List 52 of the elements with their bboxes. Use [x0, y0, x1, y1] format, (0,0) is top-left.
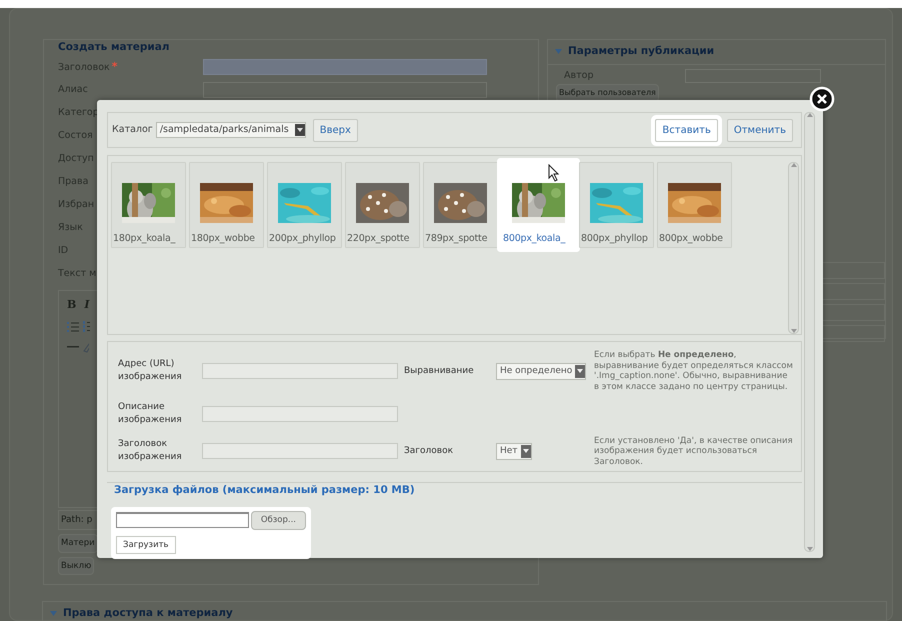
scrollbar[interactable] [788, 162, 800, 334]
scroll-up-icon [790, 163, 797, 167]
panel-title: Права доступа к материалу [63, 606, 233, 621]
input-field[interactable] [203, 82, 487, 98]
scroll-down-icon [806, 547, 812, 551]
bold-button[interactable]: B [67, 296, 76, 314]
dropdown-arrow-icon [522, 449, 529, 454]
field-label: Заголовок изображения [118, 438, 183, 464]
collapse-triangle-icon [554, 47, 563, 56]
input-field[interactable] [202, 363, 398, 380]
scrollbar[interactable] [804, 112, 815, 552]
file-field[interactable] [116, 512, 249, 528]
image-thumbnail[interactable]: 789px_spotte [423, 162, 498, 248]
italic-button[interactable]: I [84, 296, 90, 314]
panel-title: Параметры публикации [568, 44, 714, 59]
catalog-label: Каталог [112, 122, 153, 137]
required-mark: * [112, 60, 118, 73]
scroll-up-icon [806, 113, 812, 117]
hint-text: Если выбрать Не определено, выравнивание будет определяться классом '.Img_caption.none'. Обычно, выравнивание в этом классе задано по центру страницы. [594, 350, 794, 392]
eraser-icon [83, 341, 89, 354]
close-icon [809, 86, 835, 112]
image-thumbnail[interactable]: 800px_phyllop [579, 162, 654, 248]
browse-button[interactable]: Обзор... [250, 510, 306, 530]
image-thumbnail[interactable]: 220px_spotte [345, 162, 420, 248]
bullet-list-icon [67, 321, 79, 334]
image-thumbnail[interactable]: 180px_koala_ [111, 162, 186, 248]
upload-button[interactable]: Загрузить [116, 536, 176, 554]
toolbar-button[interactable]: Отменить [726, 118, 794, 142]
dropdown-arrow-icon [577, 369, 584, 374]
dropdown-arrow-icon [296, 128, 303, 132]
up-button[interactable]: Вверх [312, 118, 358, 142]
editor-button[interactable]: Матери [58, 534, 98, 552]
select-field[interactable]: Нет [496, 442, 532, 460]
numbered-list-icon [83, 321, 90, 334]
close-button[interactable] [809, 86, 835, 112]
folder-select[interactable]: /sampledata/parks/animals [156, 122, 306, 138]
image-thumbnail[interactable]: 180px_wobbe [189, 162, 264, 248]
image-thumbnail[interactable]: 200px_phyllop [267, 162, 342, 248]
field-label: Адрес (URL) изображения [118, 358, 183, 384]
editor-button[interactable]: Выклю [58, 556, 94, 576]
input-field[interactable] [202, 406, 398, 422]
image-thumbnail[interactable]: 800px_wobbe [657, 162, 732, 248]
select-field[interactable]: Не определено [496, 362, 586, 380]
cursor-icon [548, 164, 560, 182]
field-label: Выравнивание [404, 364, 475, 378]
field-label: Описание изображения [118, 400, 183, 427]
scroll-down-icon [790, 329, 797, 333]
hint-text: Если установлено 'Да', в качестве описания изображения будет использоваться Заголовок. [594, 436, 794, 468]
input-field[interactable] [203, 59, 487, 76]
input-field[interactable] [202, 443, 398, 460]
collapse-triangle-icon [49, 609, 58, 618]
field-label: Заголовок [404, 444, 454, 458]
